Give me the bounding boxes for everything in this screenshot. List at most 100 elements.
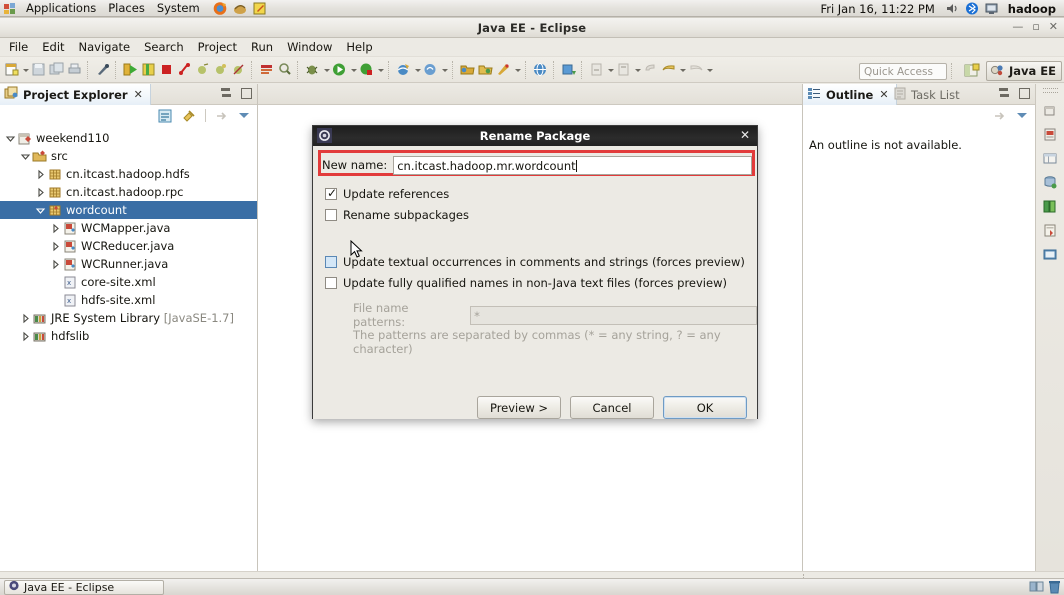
new-name-input[interactable]: cn.itcast.hadoop.mr.wordcount (393, 155, 752, 175)
firefox-icon[interactable] (212, 1, 228, 16)
open-perspective-icon[interactable] (962, 62, 982, 80)
tab-project-explorer[interactable]: Project Explorer ✕ (0, 84, 151, 105)
close-icon[interactable]: ✕ (134, 88, 143, 101)
tab-outline[interactable]: Outline ✕ (803, 84, 897, 105)
new-dropdown-arrow[interactable] (21, 62, 30, 78)
web-browser-icon[interactable] (532, 61, 550, 78)
menu-edit[interactable]: Edit (35, 38, 71, 56)
chevron-right-icon[interactable] (19, 330, 32, 343)
chevron-down-icon[interactable] (4, 132, 17, 145)
run-icon[interactable] (122, 61, 140, 78)
run-dropdown-arrow[interactable] (349, 62, 358, 78)
tree-row[interactable]: WCRunner.java (0, 255, 257, 273)
tree-row[interactable]: JRE System Library [JavaSE-1.7] (0, 309, 257, 327)
chevron-right-icon[interactable] (49, 258, 62, 271)
terminate-icon[interactable] (158, 61, 176, 78)
profile-dropdown-arrow[interactable] (376, 62, 385, 78)
tree-row[interactable]: WCReducer.java (0, 237, 257, 255)
markers-icon[interactable] (1041, 222, 1059, 239)
user-menu[interactable]: hadoop (1002, 2, 1060, 16)
places-menu[interactable]: Places (102, 0, 151, 17)
tree-row[interactable]: x hdfs-site.xml (0, 291, 257, 309)
chevron-right-icon[interactable] (19, 312, 32, 325)
checkbox-icon-checked[interactable] (325, 186, 337, 200)
data-source-explorer-icon[interactable] (1041, 174, 1059, 191)
close-window-button[interactable]: ✕ (1049, 20, 1058, 34)
tree-row[interactable]: x core-site.xml (0, 273, 257, 291)
coverage-icon[interactable] (140, 61, 158, 78)
tree-row[interactable]: weekend110 (0, 129, 257, 147)
checkbox-icon-unchecked[interactable] (325, 277, 337, 289)
cancel-button[interactable]: Cancel (570, 396, 654, 419)
perspective-java-ee-button[interactable]: Java EE (985, 61, 1062, 81)
help-icon[interactable] (232, 1, 248, 16)
link-with-editor-icon[interactable] (181, 108, 197, 124)
tree-row[interactable]: src (0, 147, 257, 165)
new-wizard-icon[interactable] (3, 61, 21, 78)
restore-icon[interactable] (1041, 102, 1059, 119)
deploy-icon[interactable] (560, 61, 578, 78)
chevron-down-icon[interactable] (19, 150, 32, 163)
quick-access-input[interactable]: Quick Access (858, 62, 947, 80)
checkbox-icon-unchecked[interactable] (325, 256, 337, 268)
properties-icon[interactable] (1041, 150, 1059, 167)
sync-icon[interactable] (422, 61, 440, 78)
menu-navigate[interactable]: Navigate (72, 38, 138, 56)
view-menu-icon[interactable] (238, 109, 251, 122)
view-menu-icon[interactable] (1016, 109, 1029, 122)
menu-window[interactable]: Window (280, 38, 339, 56)
applications-menu[interactable]: Applications (20, 0, 102, 17)
taskbar-window-button[interactable]: Java EE - Eclipse (4, 579, 164, 595)
chevron-down-icon[interactable] (34, 204, 47, 217)
server-dropdown-arrow[interactable] (413, 62, 422, 78)
chevron-right-icon[interactable] (49, 222, 62, 235)
maximize-window-button[interactable]: ▫ (1032, 20, 1039, 34)
tree-row-selected[interactable]: wordcount (0, 201, 257, 219)
tree-row[interactable]: hdfslib (0, 327, 257, 345)
launch-icon[interactable] (495, 61, 513, 78)
preview-button[interactable]: Preview > (477, 396, 561, 419)
open-type-icon[interactable] (258, 61, 276, 78)
collapse-all-icon[interactable] (157, 108, 173, 124)
console-icon[interactable] (1041, 246, 1059, 263)
chevron-right-icon[interactable] (34, 168, 47, 181)
applications-menu-icon[interactable] (2, 1, 18, 16)
ok-button[interactable]: OK (663, 396, 747, 419)
open-folder-icon[interactable] (459, 61, 477, 78)
checkbox-update-fully-qualified-names[interactable]: Update fully qualified names in non-Java… (325, 276, 727, 290)
close-icon[interactable]: ✕ (879, 88, 888, 101)
snippets-icon[interactable] (1041, 198, 1059, 215)
checkbox-update-textual-occurrences[interactable]: Update textual occurrences in comments a… (325, 255, 745, 269)
launch-dropdown-arrow[interactable] (513, 62, 522, 78)
server-icon[interactable] (395, 61, 413, 78)
profile-icon2[interactable] (358, 61, 376, 78)
quick-fix-icon[interactable] (94, 61, 112, 78)
sync-dropdown-arrow[interactable] (440, 62, 449, 78)
menu-search[interactable]: Search (137, 38, 191, 56)
debug-dropdown-arrow[interactable] (322, 62, 331, 78)
run-green-icon[interactable] (331, 61, 349, 78)
back-dropdown-arrow[interactable] (678, 62, 687, 78)
workspace-switcher-icon[interactable] (1029, 580, 1044, 594)
chevron-right-icon[interactable] (34, 186, 47, 199)
bluetooth-icon[interactable] (964, 1, 980, 16)
trash-icon[interactable] (1047, 580, 1062, 594)
debug-bug-icon[interactable] (304, 61, 322, 78)
tree-row[interactable]: cn.itcast.hadoop.rpc (0, 183, 257, 201)
checkbox-rename-subpackages[interactable]: Rename subpackages (325, 208, 469, 222)
fast-view-grip[interactable] (1042, 88, 1058, 93)
chevron-right-icon[interactable] (49, 240, 62, 253)
volume-icon[interactable] (944, 1, 960, 16)
back-yellow-icon[interactable] (660, 61, 678, 78)
display-icon[interactable] (984, 1, 1000, 16)
tab-task-list[interactable]: Task List (889, 84, 967, 105)
checkbox-icon-unchecked[interactable] (325, 209, 337, 221)
menu-run[interactable]: Run (244, 38, 280, 56)
open-folder2-icon[interactable] (477, 61, 495, 78)
maximize-icon[interactable] (1019, 88, 1030, 99)
clock[interactable]: Fri Jan 16, 11:22 PM (813, 2, 941, 16)
close-icon[interactable]: ✕ (740, 128, 750, 142)
minimize-window-button[interactable]: — (1012, 20, 1023, 34)
run-external-icon[interactable] (176, 61, 194, 78)
tree-row[interactable]: cn.itcast.hadoop.hdfs (0, 165, 257, 183)
